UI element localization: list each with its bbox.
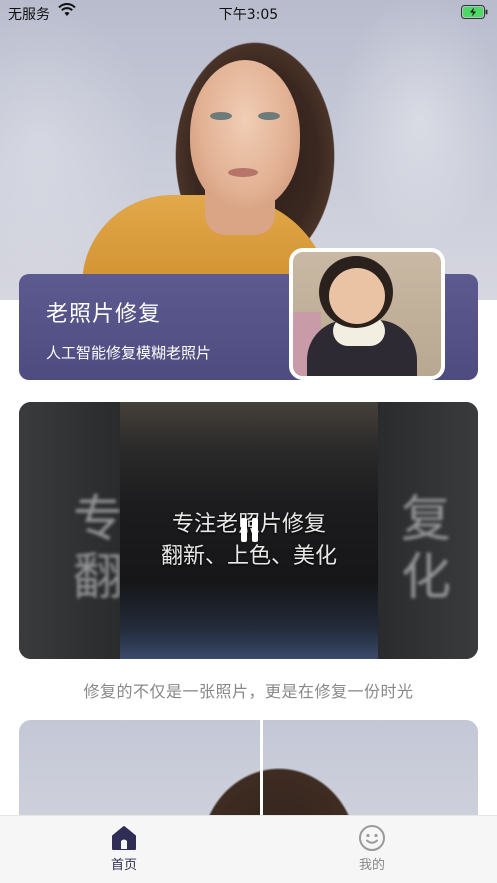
photo-restore-card[interactable]: 老照片修复 人工智能修复模糊老照片 <box>19 248 478 380</box>
promo-video-player[interactable]: 专翻 复化 专注老照片修复 翻新、上色、美化 <box>19 402 478 659</box>
home-icon <box>112 826 136 850</box>
app-screen: 无服务 下午3:05 老照片修复 人工智能修复模糊老照片 专翻 复化 专注老照片… <box>0 0 497 883</box>
smiley-icon <box>359 825 385 851</box>
tab-mine-label: 我的 <box>358 858 385 873</box>
video-blurred-text-left: 专翻 <box>73 490 123 606</box>
video-subheadline: 翻新、上色、美化 <box>160 544 337 569</box>
pause-icon[interactable] <box>240 518 260 542</box>
hero-portrait-eye <box>258 112 280 120</box>
old-photo-thumbnail <box>289 248 445 380</box>
tab-home[interactable]: 首页 <box>64 824 184 873</box>
battery-icon <box>461 5 488 19</box>
bottom-tab-bar: 首页 我的 <box>0 815 497 883</box>
feature-title: 老照片修复 <box>46 302 162 327</box>
hero-portrait-lips <box>228 168 258 177</box>
thumb-child-face <box>329 268 385 324</box>
hero-portrait-eye <box>210 112 232 120</box>
video-blurred-text-right: 复化 <box>401 490 451 606</box>
tab-home-label: 首页 <box>110 858 137 873</box>
status-bar: 无服务 下午3:05 <box>0 0 497 26</box>
feature-subtitle: 人工智能修复模糊老照片 <box>46 344 212 362</box>
tab-mine[interactable]: 我的 <box>312 824 432 873</box>
clock-time: 下午3:05 <box>218 7 279 23</box>
slogan-caption: 修复的不仅是一张照片，更是在修复一份时光 <box>83 682 414 701</box>
hero-portrait-face <box>190 60 300 210</box>
